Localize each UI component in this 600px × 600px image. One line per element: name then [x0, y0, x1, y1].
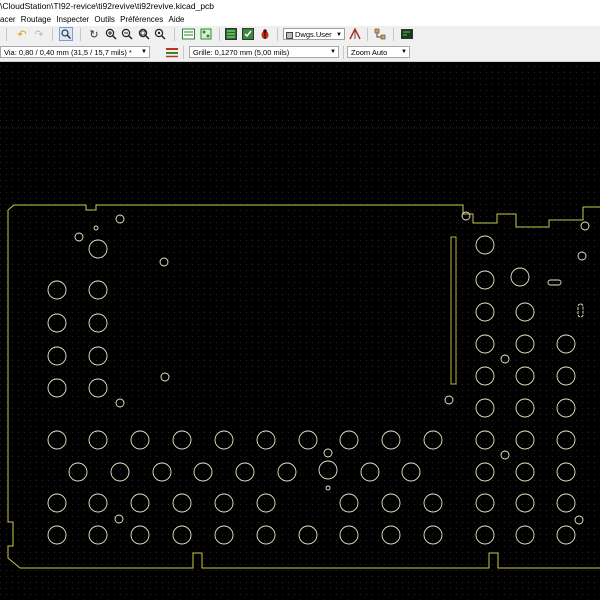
- zoom-fit-icon[interactable]: [137, 27, 151, 41]
- netlist-icon[interactable]: [181, 27, 195, 41]
- pcb-canvas[interactable]: [0, 62, 600, 600]
- grid-select[interactable]: Grille: 0,1270 mm (5,00 mils) ▼: [189, 46, 339, 58]
- chevron-down-icon: ▼: [401, 49, 407, 55]
- zoom-in-icon[interactable]: [104, 27, 118, 41]
- search-icon[interactable]: [59, 27, 73, 41]
- menu-placer[interactable]: acer: [0, 13, 19, 26]
- redraw-icon[interactable]: ↻: [87, 27, 101, 41]
- microwave-icon[interactable]: [348, 27, 362, 41]
- layer-select[interactable]: Dwgs.User ▼: [283, 28, 345, 40]
- toolbar-separator: [6, 28, 7, 41]
- toolbar-separator: [343, 46, 344, 59]
- grid-value: Grille: 0,1270 mm (5,00 mils): [193, 48, 290, 57]
- hierarchy-icon[interactable]: [373, 27, 387, 41]
- zoom-selection-icon[interactable]: [153, 27, 167, 41]
- toolbar-separator: [52, 28, 53, 41]
- toolbar-separator: [174, 28, 175, 41]
- menu-bar: acer Routage Inspecter Outils Préférence…: [0, 13, 600, 26]
- menu-routage[interactable]: Routage: [21, 13, 54, 26]
- layer-select-value: Dwgs.User: [295, 30, 332, 39]
- options-toolbar: Via: 0,80 / 0,40 mm (31,5 / 15,7 mils) *…: [0, 43, 600, 62]
- zoom-out-icon[interactable]: [120, 27, 134, 41]
- menu-inspecter[interactable]: Inspecter: [56, 13, 92, 26]
- toolbar-separator: [219, 28, 220, 41]
- chevron-down-icon: ▼: [141, 49, 147, 55]
- toolbar-separator: [80, 28, 81, 41]
- toolbar-separator: [367, 28, 368, 41]
- scripting-icon[interactable]: [400, 27, 414, 41]
- chevron-down-icon: ▼: [330, 49, 336, 55]
- toolbar-separator: [183, 46, 184, 59]
- via-size-value: Via: 0,80 / 0,40 mm (31,5 / 15,7 mils) *: [4, 48, 132, 57]
- grid-dots: [0, 62, 600, 600]
- window-title-bar: \CloudStation\TI92-revice\ti92revive\ti9…: [0, 0, 600, 13]
- toolbar-separator: [277, 28, 278, 41]
- menu-aide[interactable]: Aide: [168, 13, 187, 26]
- track-width-icon[interactable]: [165, 45, 179, 59]
- zoom-value: Zoom Auto: [351, 48, 388, 57]
- main-toolbar: ↶ ↷ ↻ Dwgs.User ▼: [0, 26, 600, 44]
- via-size-select[interactable]: Via: 0,80 / 0,40 mm (31,5 / 15,7 mils) *…: [0, 46, 150, 58]
- drc-icon[interactable]: [224, 27, 238, 41]
- design-rules-icon[interactable]: [241, 27, 255, 41]
- bug-icon[interactable]: [258, 27, 272, 41]
- menu-preferences[interactable]: Préférences: [120, 13, 166, 26]
- menu-outils[interactable]: Outils: [94, 13, 117, 26]
- layer-color-swatch: [286, 31, 293, 39]
- layers-pair-icon[interactable]: [199, 27, 213, 41]
- toolbar-separator: [393, 28, 394, 41]
- redo-icon[interactable]: ↷: [32, 27, 46, 41]
- undo-icon[interactable]: ↶: [15, 27, 29, 41]
- window-title: \CloudStation\TI92-revice\ti92revive\ti9…: [0, 1, 215, 11]
- zoom-select[interactable]: Zoom Auto ▼: [347, 46, 410, 58]
- chevron-down-icon: ▼: [336, 32, 342, 38]
